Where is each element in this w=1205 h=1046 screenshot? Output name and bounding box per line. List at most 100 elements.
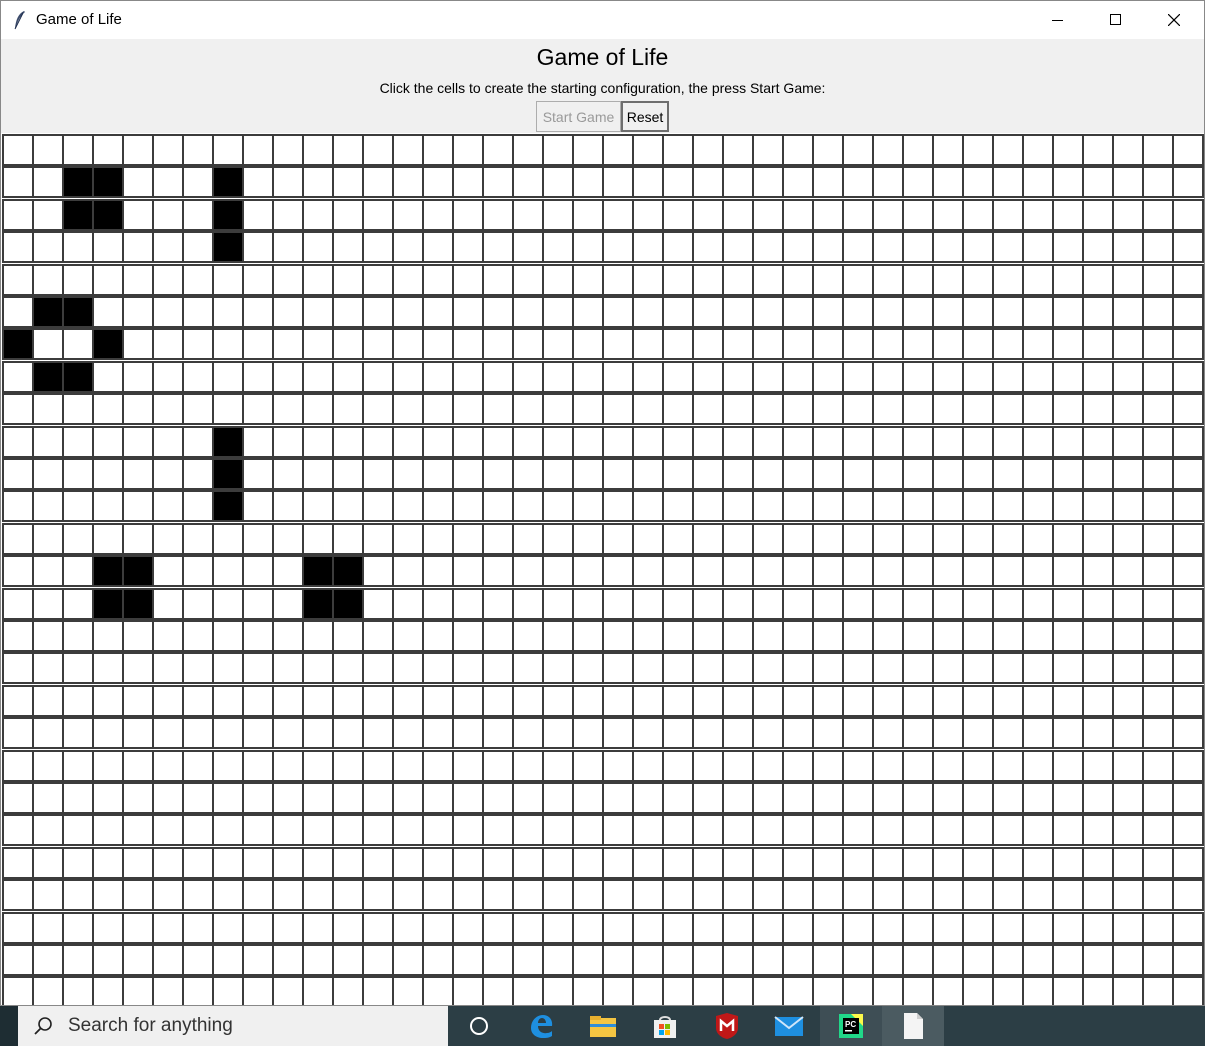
grid-cell[interactable] [1112, 846, 1144, 879]
grid-cell[interactable] [902, 198, 934, 231]
grid-cell[interactable] [1022, 198, 1054, 231]
grid-cell[interactable] [392, 555, 424, 588]
grid-cell[interactable] [782, 166, 814, 199]
grid-cell[interactable] [602, 652, 634, 685]
grid-cell[interactable] [542, 814, 574, 847]
grid-cell[interactable] [1022, 879, 1054, 912]
grid-cell[interactable] [362, 393, 394, 426]
grid-cell[interactable] [242, 296, 274, 328]
grid-cell[interactable] [1052, 944, 1084, 976]
grid-cell[interactable] [782, 458, 814, 490]
grid-cell[interactable] [272, 328, 304, 361]
grid-cell[interactable] [242, 717, 274, 750]
grid-cell[interactable] [962, 976, 994, 1005]
grid-cell[interactable] [812, 846, 844, 879]
grid-cell[interactable] [212, 328, 244, 361]
grid-cell[interactable] [692, 296, 724, 328]
grid-cell[interactable] [722, 490, 754, 523]
grid-cell[interactable] [1082, 814, 1114, 847]
grid-cell[interactable] [692, 360, 724, 393]
grid-cell[interactable] [272, 458, 304, 490]
grid-cell[interactable] [902, 846, 934, 879]
grid-cell[interactable] [152, 296, 184, 328]
grid-cell[interactable] [452, 263, 484, 296]
grid-cell[interactable] [512, 684, 544, 717]
grid-cell[interactable] [152, 198, 184, 231]
grid-cell[interactable] [362, 425, 394, 458]
grid-cell[interactable] [1142, 296, 1174, 328]
grid-cell[interactable] [182, 166, 214, 199]
grid-cell[interactable] [452, 846, 484, 879]
cortana-button[interactable] [448, 1006, 510, 1046]
grid-cell[interactable] [482, 393, 514, 426]
grid-cell[interactable] [242, 425, 274, 458]
grid-cell[interactable] [482, 263, 514, 296]
grid-cell[interactable] [242, 749, 274, 782]
grid-cell[interactable] [272, 522, 304, 555]
grid-cell[interactable] [422, 328, 454, 361]
grid-cell[interactable] [932, 328, 964, 361]
grid-cell[interactable] [242, 814, 274, 847]
grid-cell[interactable] [692, 652, 724, 685]
grid-cell[interactable] [242, 911, 274, 944]
grid-cell[interactable] [32, 134, 64, 166]
grid-cell[interactable] [752, 328, 784, 361]
grid-cell[interactable] [542, 555, 574, 588]
grid-cell[interactable] [872, 911, 904, 944]
grid-cell[interactable] [602, 522, 634, 555]
grid-cell[interactable] [812, 458, 844, 490]
grid-cell[interactable] [752, 522, 784, 555]
grid-cell[interactable] [692, 393, 724, 426]
grid-cell[interactable] [2, 296, 34, 328]
grid-cell[interactable] [32, 684, 64, 717]
grid-cell[interactable] [722, 198, 754, 231]
grid-cell[interactable] [542, 944, 574, 976]
grid-cell[interactable] [122, 360, 154, 393]
grid-cell[interactable] [902, 814, 934, 847]
grid-cell[interactable] [302, 879, 334, 912]
grid-cell[interactable] [1112, 620, 1144, 652]
grid-cell[interactable] [662, 846, 694, 879]
grid-cell[interactable] [92, 911, 124, 944]
grid-cell[interactable] [902, 490, 934, 523]
grid-cell[interactable] [362, 911, 394, 944]
grid-cell[interactable] [242, 490, 274, 523]
grid-cell[interactable] [812, 684, 844, 717]
grid-cell[interactable] [62, 879, 94, 912]
grid-cell[interactable] [932, 166, 964, 199]
grid-cell[interactable] [1052, 782, 1084, 814]
grid-cell[interactable] [152, 555, 184, 588]
grid-cell[interactable] [872, 879, 904, 912]
grid-cell[interactable] [302, 587, 334, 620]
grid-cell[interactable] [752, 749, 784, 782]
grid-cell[interactable] [632, 555, 664, 588]
grid-cell[interactable] [92, 490, 124, 523]
grid-cell[interactable] [542, 652, 574, 685]
grid-cell[interactable] [1052, 360, 1084, 393]
grid-cell[interactable] [1052, 458, 1084, 490]
grid-cell[interactable] [212, 263, 244, 296]
grid-cell[interactable] [152, 522, 184, 555]
grid-cell[interactable] [1142, 458, 1174, 490]
grid-cell[interactable] [722, 231, 754, 264]
grid-cell[interactable] [92, 425, 124, 458]
grid-cell[interactable] [182, 717, 214, 750]
grid-cell[interactable] [182, 879, 214, 912]
grid-cell[interactable] [422, 555, 454, 588]
grid-cell[interactable] [1082, 684, 1114, 717]
grid-cell[interactable] [242, 846, 274, 879]
grid-cell[interactable] [92, 944, 124, 976]
grid-cell[interactable] [302, 944, 334, 976]
start-button[interactable] [0, 1006, 18, 1046]
grid-cell[interactable] [332, 134, 364, 166]
grid-cell[interactable] [242, 134, 274, 166]
grid-cell[interactable] [872, 458, 904, 490]
grid-cell[interactable] [152, 879, 184, 912]
grid-cell[interactable] [152, 231, 184, 264]
grid-cell[interactable] [62, 652, 94, 685]
grid-cell[interactable] [602, 911, 634, 944]
grid-cell[interactable] [842, 684, 874, 717]
grid-cell[interactable] [662, 652, 694, 685]
grid-cell[interactable] [212, 296, 244, 328]
grid-cell[interactable] [1022, 296, 1054, 328]
